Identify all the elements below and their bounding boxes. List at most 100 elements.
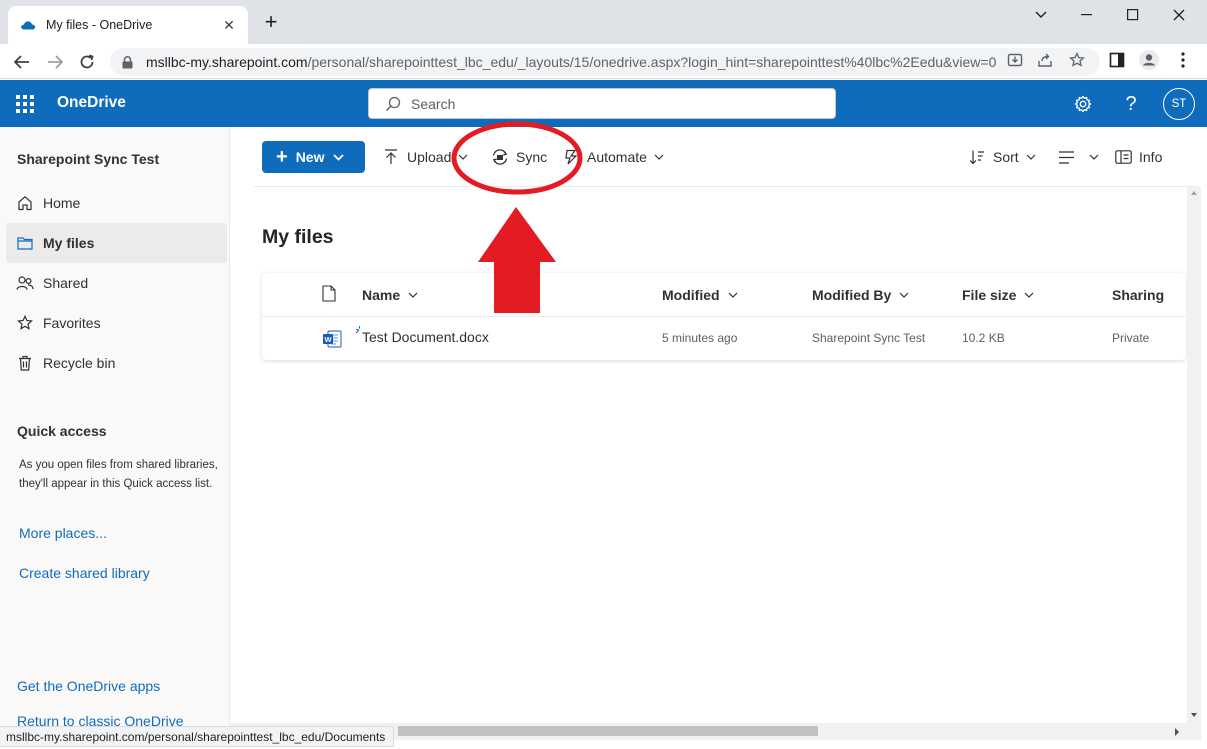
install-app-icon[interactable]	[1004, 49, 1026, 71]
browser-tab[interactable]: My files - OneDrive ✕	[8, 6, 248, 44]
sort-button[interactable]: Sort	[968, 143, 1036, 171]
onedrive-cloud-icon	[20, 17, 36, 33]
home-icon	[16, 194, 34, 212]
chevron-down-icon	[1026, 154, 1036, 160]
browser-menu-icon[interactable]	[1172, 49, 1194, 71]
nav-item-label: Recycle bin	[43, 355, 116, 371]
site-name: Sharepoint Sync Test	[17, 151, 160, 167]
more-places-link[interactable]: More places...	[19, 525, 107, 541]
new-button[interactable]: + New	[262, 141, 365, 173]
reload-button[interactable]	[74, 49, 100, 75]
address-bar[interactable]: msllbc-my.sharepoint.com/personal/sharep…	[110, 48, 1100, 76]
chevron-down-icon	[1089, 154, 1099, 160]
suite-header: OneDrive Search ? ST	[0, 80, 1207, 127]
column-header-label: Modified	[662, 287, 720, 303]
forward-button[interactable]	[42, 49, 68, 75]
file-type-icon[interactable]	[322, 285, 336, 302]
lock-icon[interactable]	[122, 55, 136, 69]
automate-flow-icon	[562, 148, 580, 166]
search-box[interactable]: Search	[368, 88, 836, 119]
info-pane-button[interactable]: Info	[1114, 143, 1162, 171]
chevron-down-icon	[408, 292, 418, 298]
close-window-button[interactable]	[1156, 0, 1202, 30]
file-modified: 5 minutes ago	[662, 331, 738, 345]
new-tab-button[interactable]: +	[258, 10, 284, 36]
nav-item-label: My files	[43, 235, 95, 251]
sync-button[interactable]: Sync	[491, 143, 547, 171]
file-name[interactable]: Test Document.docx	[362, 329, 489, 345]
svg-text:W: W	[324, 335, 332, 344]
automate-button[interactable]: Automate	[562, 143, 664, 171]
vertical-scrollbar[interactable]	[1187, 187, 1201, 723]
column-header-label: File size	[962, 287, 1017, 303]
chevron-down-icon	[458, 154, 468, 160]
quick-access-heading: Quick access	[17, 423, 107, 439]
chevron-down-icon	[333, 148, 345, 166]
tab-search-chevron-icon[interactable]	[1018, 0, 1064, 30]
create-shared-library-link[interactable]: Create shared library	[19, 565, 150, 581]
link-status-bubble: msllbc-my.sharepoint.com/personal/sharep…	[0, 726, 395, 747]
url-path: /personal/sharepointtest_lbc_edu/_layout…	[307, 54, 997, 70]
share-icon[interactable]	[1034, 49, 1056, 71]
upload-label: Upload	[407, 149, 452, 165]
url-host: msllbc-my.sharepoint.com	[146, 54, 308, 70]
bookmark-star-icon[interactable]	[1066, 49, 1088, 71]
plus-icon: +	[276, 146, 288, 168]
account-avatar[interactable]: ST	[1163, 88, 1195, 120]
chevron-down-icon	[899, 292, 909, 298]
minimize-button[interactable]	[1064, 0, 1110, 30]
page-title: My files	[262, 226, 334, 248]
file-modified-by[interactable]: Sharepoint Sync Test	[812, 331, 925, 345]
column-header-sharing[interactable]: Sharing	[1112, 287, 1164, 303]
info-pane-icon	[1114, 148, 1132, 166]
profile-icon[interactable]	[1138, 49, 1160, 71]
upload-button[interactable]: Upload	[382, 143, 468, 171]
nav-item-label: Shared	[43, 275, 89, 291]
table-row[interactable]: W Test Document.docx 5 minutes ago Share…	[262, 317, 1186, 360]
column-header-label: Sharing	[1112, 287, 1165, 303]
file-sharing: Private	[1112, 331, 1150, 345]
app-launcher-icon[interactable]	[14, 93, 36, 115]
settings-gear-icon[interactable]	[1070, 91, 1096, 117]
sort-label: Sort	[993, 149, 1019, 165]
word-document-icon: W	[322, 330, 342, 351]
info-label: Info	[1139, 149, 1163, 165]
command-bar: + New Upload Sync Automate Sort Info	[254, 127, 1199, 187]
automate-label: Automate	[587, 149, 647, 165]
side-panel-icon[interactable]	[1106, 49, 1128, 71]
people-icon	[16, 274, 34, 292]
nav-item-home[interactable]: Home	[6, 183, 227, 223]
nav-item-label: Home	[43, 195, 81, 211]
sync-icon	[491, 148, 509, 166]
quick-access-description: As you open files from shared libraries,…	[19, 459, 218, 490]
nav-item-favorites[interactable]: Favorites	[6, 303, 227, 343]
view-options-button[interactable]	[1057, 143, 1099, 171]
search-placeholder: Search	[411, 95, 456, 112]
tab-close-icon[interactable]: ✕	[220, 17, 238, 34]
tab-title: My files - OneDrive	[46, 18, 153, 32]
get-onedrive-apps-link[interactable]: Get the OneDrive apps	[17, 678, 160, 694]
nav-item-recycle-bin[interactable]: Recycle bin	[6, 343, 227, 383]
search-icon	[385, 96, 401, 112]
app-name[interactable]: OneDrive	[57, 94, 126, 112]
list-view-icon	[1057, 148, 1075, 166]
column-header-name[interactable]: Name	[362, 287, 418, 303]
chevron-down-icon	[654, 154, 664, 160]
maximize-button[interactable]	[1110, 0, 1156, 30]
url-text: msllbc-my.sharepoint.com/personal/sharep…	[146, 54, 1008, 70]
column-header-modified-by[interactable]: Modified By	[812, 287, 909, 303]
browser-tab-strip: My files - OneDrive ✕ +	[0, 0, 1207, 44]
left-navigation: Sharepoint Sync Test Home My files Share…	[0, 127, 230, 749]
nav-item-my-files[interactable]: My files	[6, 223, 227, 263]
back-button[interactable]	[9, 49, 35, 75]
chevron-down-icon	[1024, 292, 1034, 298]
nav-item-label: Favorites	[43, 315, 101, 331]
column-header-file-size[interactable]: File size	[962, 287, 1034, 303]
upload-arrow-icon	[382, 148, 400, 166]
star-icon	[16, 314, 34, 332]
column-header-label: Name	[362, 287, 401, 303]
help-icon[interactable]: ?	[1118, 91, 1144, 117]
scrollbar-thumb[interactable]	[398, 726, 818, 736]
nav-item-shared[interactable]: Shared	[6, 263, 227, 303]
column-header-modified[interactable]: Modified	[662, 287, 738, 303]
